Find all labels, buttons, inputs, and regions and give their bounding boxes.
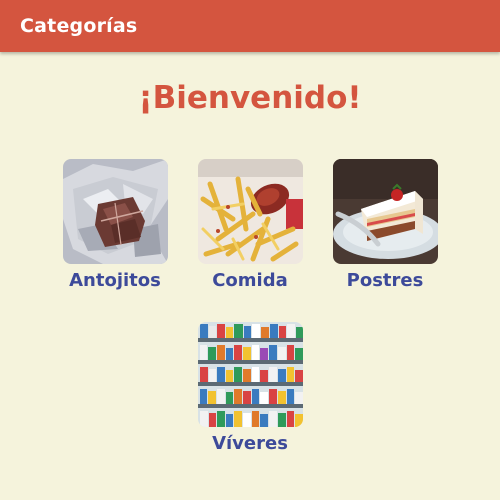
welcome-heading: ¡Bienvenido!: [138, 80, 362, 116]
app-bar-title: Categorías: [20, 15, 138, 37]
category-label-comida: Comida: [212, 270, 288, 291]
viveres-image[interactable]: [197, 322, 303, 427]
category-label-antojitos: Antojitos: [69, 270, 161, 291]
app-bar: Categorías: [0, 0, 500, 52]
category-label-postres: Postres: [346, 270, 424, 291]
category-label-viveres: Víveres: [212, 433, 288, 454]
postres-image[interactable]: [332, 159, 438, 264]
category-tile-postres[interactable]: Postres: [320, 159, 450, 291]
antojitos-image[interactable]: [62, 159, 168, 264]
comida-image[interactable]: [197, 159, 303, 264]
category-tile-viveres[interactable]: Víveres: [185, 322, 315, 454]
category-tile-antojitos[interactable]: Antojitos: [50, 159, 180, 291]
category-tile-comida[interactable]: Comida: [185, 159, 315, 291]
